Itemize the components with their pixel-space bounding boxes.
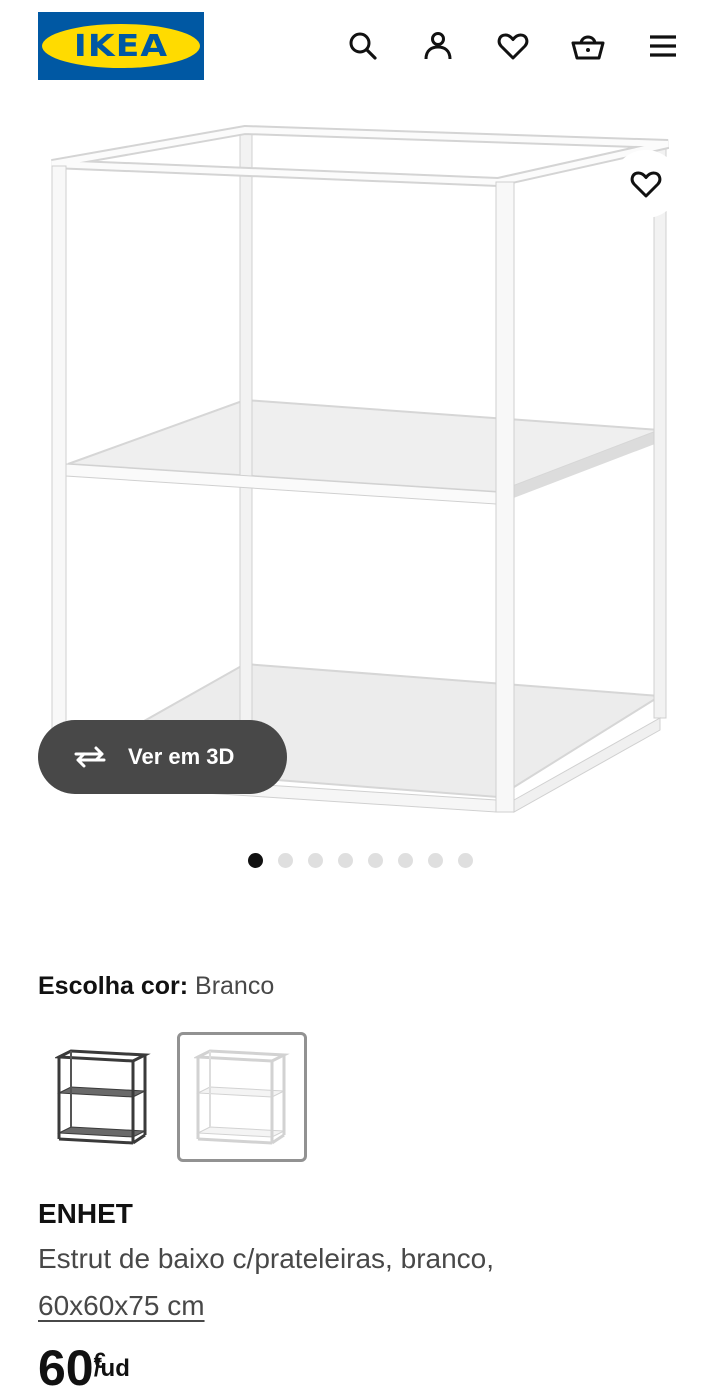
price-unit: /ud: [93, 1355, 130, 1382]
product-description: Estrut de baixo c/prateleiras, branco,: [38, 1243, 495, 1274]
account-button[interactable]: [418, 26, 458, 66]
product-price: 60€/ud: [38, 1340, 142, 1397]
account-icon: [424, 32, 452, 60]
search-button[interactable]: [343, 26, 383, 66]
heart-icon: [630, 171, 662, 198]
color-label-text: Escolha cor:: [38, 972, 189, 1000]
menu-button[interactable]: [643, 26, 683, 66]
view-3d-label: Ver em 3D: [128, 744, 235, 769]
color-selector-label: Escolha cor: Branco: [38, 972, 274, 1001]
carousel-dots: [0, 853, 720, 871]
carousel-dot[interactable]: [427, 853, 443, 868]
header: IKEA: [0, 0, 720, 92]
ikea-logo[interactable]: IKEA: [38, 12, 204, 80]
cart-button[interactable]: [568, 26, 608, 66]
logo-oval: IKEA: [42, 24, 200, 68]
search-icon: [349, 32, 377, 60]
menu-icon: [650, 35, 676, 57]
carousel-dot[interactable]: [307, 853, 323, 868]
carousel-dot[interactable]: [457, 853, 473, 868]
product-image-carousel[interactable]: Ver em 3D: [0, 92, 720, 832]
white-frame-thumbnail: [194, 1049, 290, 1145]
favourites-button[interactable]: [493, 26, 533, 66]
product-dimensions-link[interactable]: 60x60x75 cm: [38, 1290, 205, 1322]
carousel-dot[interactable]: [337, 853, 353, 868]
carousel-dot[interactable]: [397, 853, 413, 868]
add-to-favourites-button[interactable]: [612, 150, 680, 218]
color-option-dark-grey[interactable]: [38, 1032, 168, 1162]
view-3d-button[interactable]: Ver em 3D: [38, 720, 287, 794]
cart-icon: [571, 35, 605, 60]
heart-icon: [497, 33, 529, 60]
product-name: ENHET: [38, 1198, 133, 1229]
carousel-dot[interactable]: [277, 853, 293, 868]
rotate-3d-icon: [74, 746, 106, 768]
selected-color-value: Branco: [195, 972, 275, 1000]
carousel-dot[interactable]: [367, 853, 383, 868]
carousel-dot[interactable]: [247, 853, 263, 868]
logo-text: IKEA: [73, 28, 169, 64]
price-integer: 60: [38, 1340, 94, 1396]
color-option-white[interactable]: [177, 1032, 307, 1162]
dark-grey-frame-thumbnail: [55, 1049, 151, 1145]
